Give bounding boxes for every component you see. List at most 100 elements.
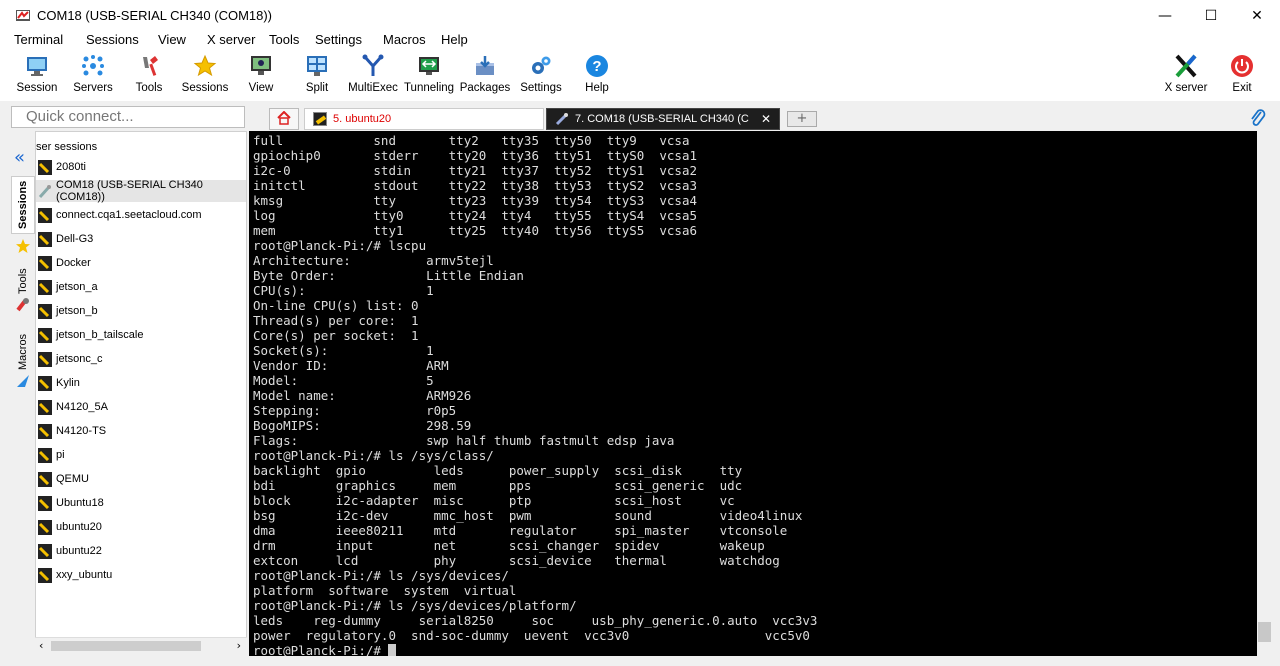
ssh-session-icon [38,351,52,367]
menu-settings[interactable]: Settings [315,31,362,49]
session-item-label: QEMU [56,473,89,485]
scroll-right-icon[interactable]: › [237,639,241,652]
collapse-sidebar-icon[interactable]: « [14,147,25,168]
terminal-line: root@Planck-Pi:/# ls /sys/class/ [253,448,494,463]
tab-close-icon[interactable]: ✕ [761,112,771,126]
session-item[interactable]: Kylin [36,372,246,394]
packages-button[interactable]: Packages [457,53,513,99]
terminal-line: CPU(s): 1 [253,283,434,298]
servers-button[interactable]: Servers [65,53,121,99]
serial-session-icon [38,184,52,199]
minimize-button[interactable]: — [1142,0,1188,31]
sidebar-tab-macros[interactable]: Macros [11,324,35,379]
menu-sessions[interactable]: Sessions [86,31,139,49]
sidebar-tab-tools-label: Tools [17,268,29,295]
ssh-session-icon [38,423,52,439]
session-item[interactable]: Docker [36,252,246,274]
scroll-thumb[interactable] [51,641,201,651]
session-item[interactable]: Dell-G3 [36,228,246,250]
xserver-button[interactable]: X server [1158,53,1214,99]
session-button[interactable]: Session [9,53,65,99]
quick-connect-input[interactable]: Quick connect... [11,106,245,128]
terminal-line: initctl stdout tty22 tty38 tty53 ttyS2 v… [253,178,698,193]
star-icon [15,238,31,257]
tools-button[interactable]: Tools [121,53,177,99]
sessions-button[interactable]: Sessions [177,53,233,99]
sidebar-tab-sessions[interactable]: Sessions [11,176,35,234]
menu-terminal[interactable]: Terminal [14,31,63,49]
terminal-scroll-thumb[interactable] [1258,622,1271,642]
session-item[interactable]: pi [36,444,246,466]
tab-com18-label: 7. COM18 (USB-SERIAL CH340 (C [575,113,749,125]
session-item[interactable]: N4120_5A [36,396,246,418]
tab-com18[interactable]: 7. COM18 (USB-SERIAL CH340 (C ✕ [546,108,780,130]
terminal-line: On-line CPU(s) list: 0 [253,298,419,313]
multiexec-button[interactable]: MultiExec [345,53,401,99]
ssh-session-icon [38,279,52,295]
scroll-left-icon[interactable]: ‹ [39,639,43,652]
split-icon [304,53,330,79]
home-tab[interactable] [269,108,299,130]
user-sessions-header[interactable]: ser sessions [36,141,97,153]
menu-tools[interactable]: Tools [269,31,299,49]
session-item[interactable]: connect.cqa1.seetacloud.com [36,204,246,226]
session-item[interactable]: 2080ti [36,156,246,178]
ssh-session-icon [38,231,52,247]
session-item[interactable]: N4120-TS [36,420,246,442]
tab-ubuntu20-label: 5. ubuntu20 [333,113,392,125]
view-button[interactable]: View [233,53,289,99]
menu-macros[interactable]: Macros [383,31,426,49]
tunneling-button[interactable]: Tunneling [401,53,457,99]
close-button[interactable]: ✕ [1234,0,1280,31]
session-item-label: Docker [56,257,91,269]
session-item-label: jetson_b [56,305,98,317]
exit-button[interactable]: Exit [1214,53,1270,99]
session-item[interactable]: xxy_ubuntu [36,564,246,586]
help-icon: ? [584,53,610,79]
session-item[interactable]: jetson_b_tailscale [36,324,246,346]
session-item[interactable]: jetsonc_c [36,348,246,370]
session-item[interactable]: ubuntu22 [36,540,246,562]
sessions-horizontal-scrollbar[interactable]: ‹ › [35,637,247,654]
menu-view[interactable]: View [158,31,186,49]
split-button[interactable]: Split [289,53,345,99]
svg-text:?: ? [592,58,601,75]
ssh-session-icon [38,375,52,391]
session-item[interactable]: COM18 (USB-SERIAL CH340 (COM18)) [36,179,246,203]
terminal-line: kmsg tty tty23 tty39 tty54 ttyS3 vcsa4 [253,193,698,208]
terminal-line: Byte Order: Little Endian [253,268,524,283]
menu-x-server[interactable]: X server [207,31,255,49]
menu-bar: Terminal Sessions View X server Tools Se… [0,31,1280,49]
terminal-line: bdi graphics mem pps scsi_generic udc [253,478,743,493]
session-item[interactable]: jetson_b [36,300,246,322]
ssh-session-icon [38,543,52,559]
tunneling-label: Tunneling [403,82,455,94]
terminal-prompt-line[interactable]: root@Planck-Pi:/# [253,643,817,656]
terminal-scrollbar[interactable] [1257,131,1272,656]
terminal-line: Core(s) per socket: 1 [253,328,419,343]
session-label: Session [16,82,58,94]
terminal-output[interactable]: full snd tty2 tty35 tty50 tty9 vcsa gpioc… [249,131,1257,656]
settings-button[interactable]: Settings [513,53,569,99]
session-item[interactable]: Ubuntu18 [36,492,246,514]
terminal-line: root@Planck-Pi:/# ls /sys/devices/ [253,568,509,583]
session-item-label: Ubuntu18 [56,497,104,509]
toolbar: Session Servers Tools Sessions View Spli… [0,49,1280,101]
maximize-button[interactable]: ☐ [1188,0,1234,31]
star-icon [192,53,218,79]
session-item[interactable]: QEMU [36,468,246,490]
tab-ubuntu20[interactable]: 5. ubuntu20 [304,108,544,130]
new-tab-button[interactable]: + [787,111,817,127]
menu-help[interactable]: Help [441,31,468,49]
multiexec-icon [360,53,386,79]
terminal-line: gpiochip0 stderr tty20 tty36 tty51 ttyS0… [253,148,698,163]
session-item[interactable]: ubuntu20 [36,516,246,538]
ssh-session-icon [38,567,52,583]
session-item[interactable]: jetson_a [36,276,246,298]
quick-connect-placeholder: Quick connect... [26,108,134,125]
status-strip [0,656,1280,666]
help-button[interactable]: ? Help [569,53,625,99]
ssh-session-icon [38,447,52,463]
paperclip-icon[interactable] [1248,108,1266,128]
terminal-line: Thread(s) per core: 1 [253,313,419,328]
